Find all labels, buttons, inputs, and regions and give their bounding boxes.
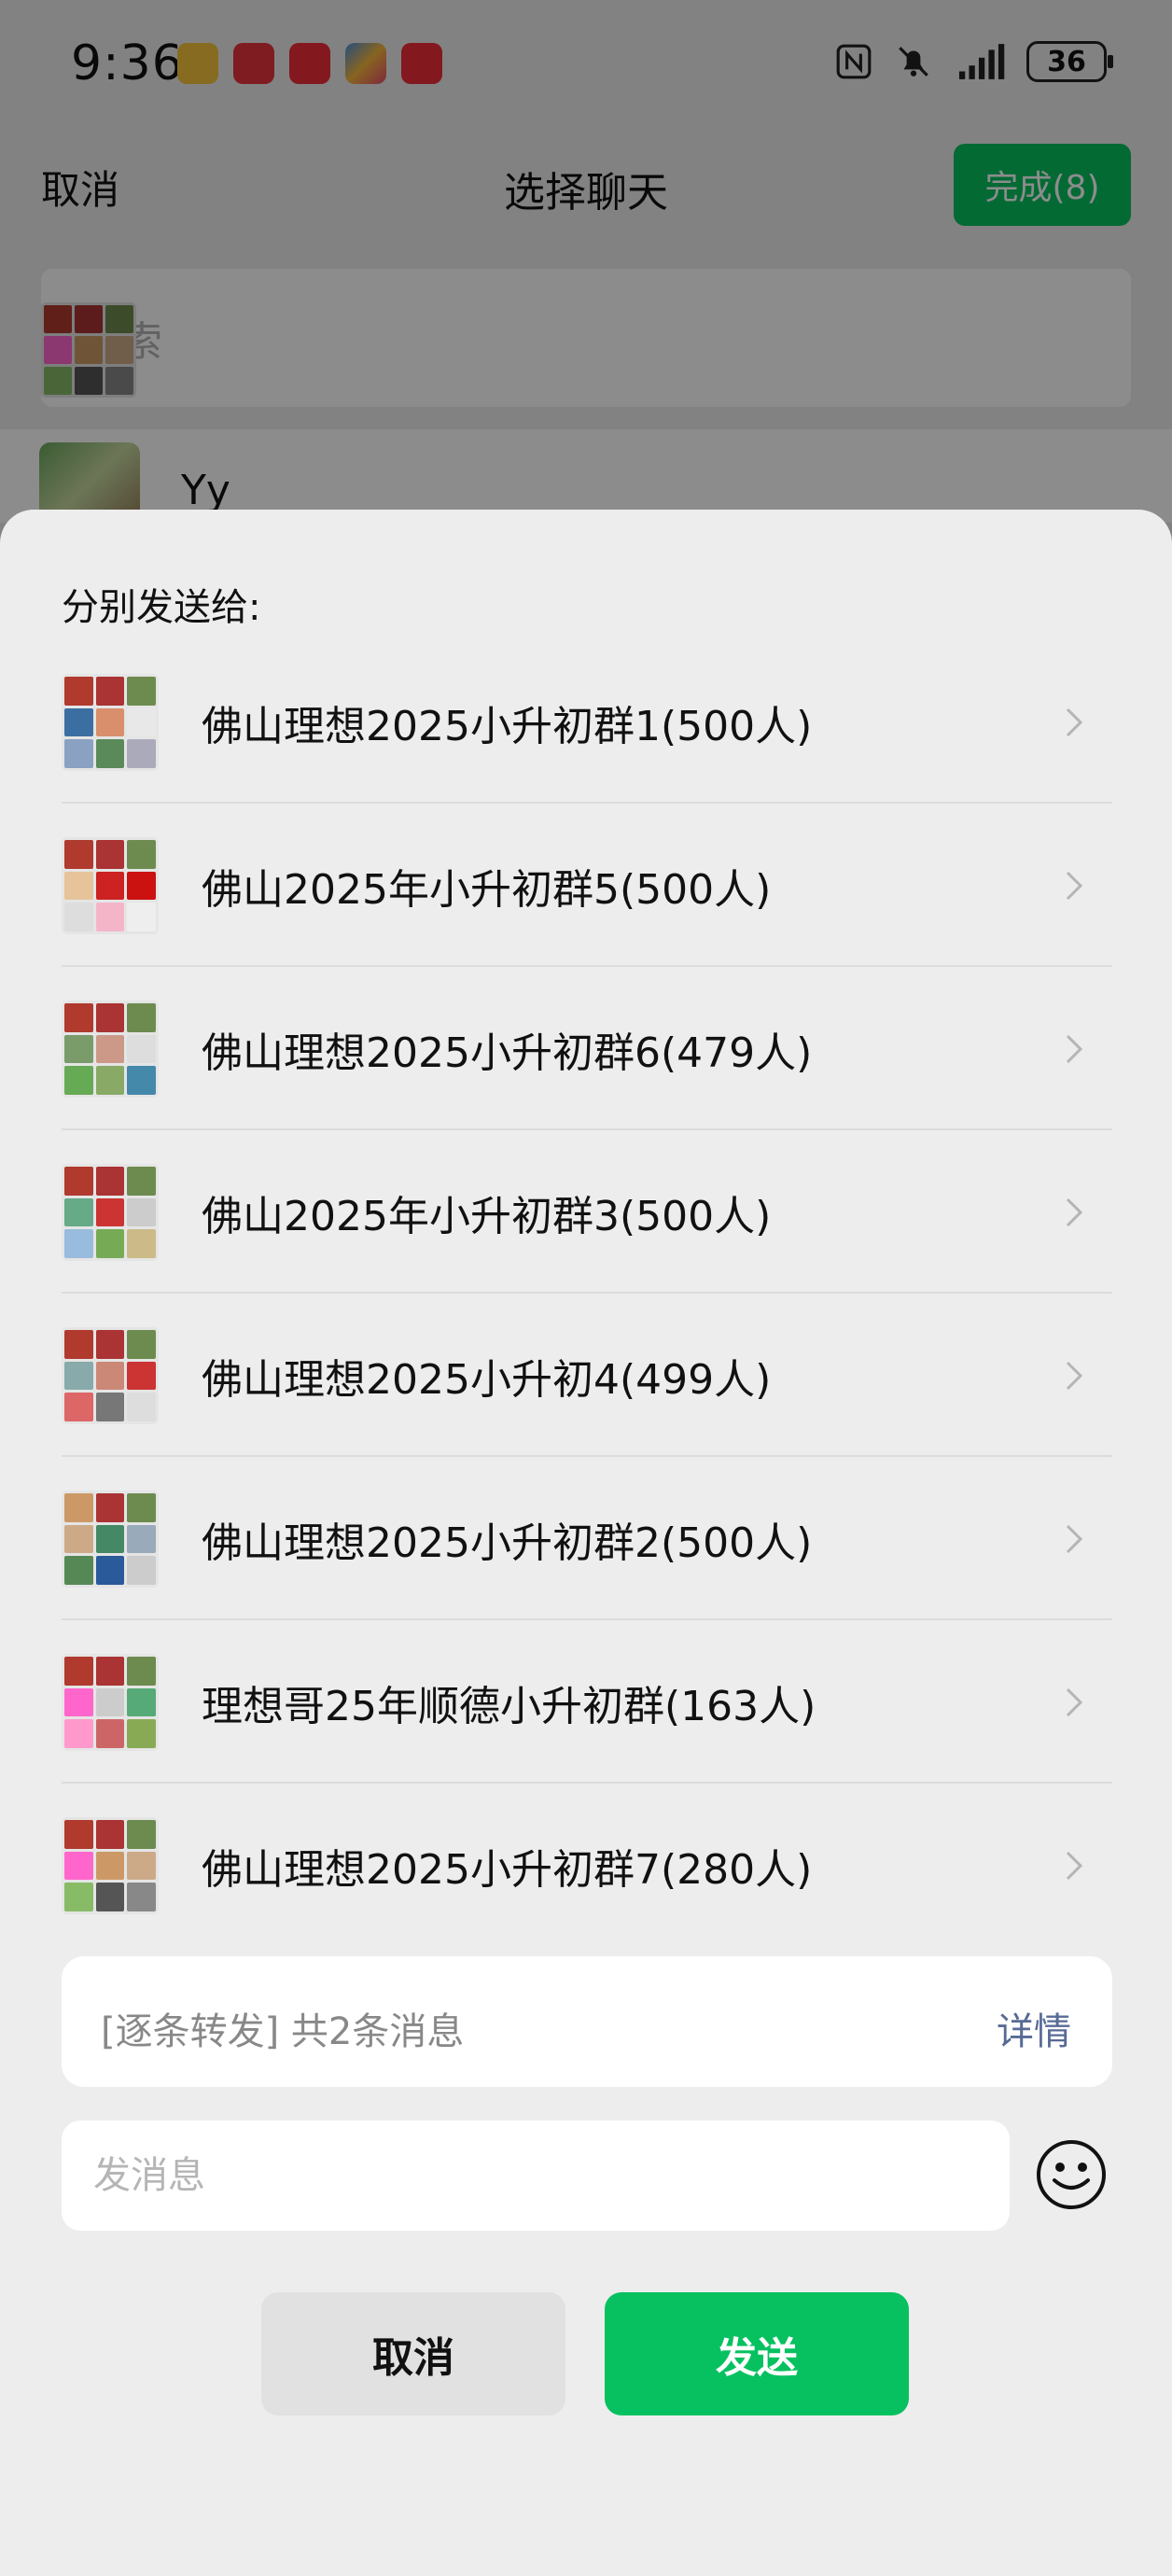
recipient-item[interactable]: 佛山理想2025小升初4(499人) [62, 1294, 1112, 1457]
emoji-icon[interactable] [1034, 2137, 1109, 2212]
recipient-item[interactable]: 佛山理想2025小升初群1(500人) [62, 640, 1112, 804]
recipient-name: 理想哥25年顺德小升初群(163人) [202, 1683, 816, 1730]
chevron-right-icon [1066, 1197, 1083, 1227]
group-avatar [62, 1491, 159, 1588]
group-avatar [62, 1164, 159, 1261]
group-avatar [62, 1817, 159, 1914]
recipient-name: 佛山理想2025小升初群1(500人) [202, 703, 813, 750]
chevron-right-icon [1066, 871, 1083, 901]
recipient-name: 佛山理想2025小升初群6(479人) [202, 1029, 813, 1077]
message-input-box [62, 2121, 1010, 2231]
forward-summary-card: [逐条转发] 共2条消息 详情 [62, 1956, 1112, 2087]
forward-summary-text: [逐条转发] 共2条消息 [101, 2010, 465, 2053]
recipient-name: 佛山理想2025小升初4(499人) [202, 1356, 772, 1404]
chevron-right-icon [1066, 1034, 1083, 1064]
chevron-right-icon [1066, 1361, 1083, 1391]
message-input[interactable] [62, 2121, 1010, 2231]
recipient-item[interactable]: 佛山2025年小升初群3(500人) [62, 1130, 1112, 1294]
chevron-right-icon [1066, 1524, 1083, 1554]
chevron-right-icon [1066, 707, 1083, 737]
recipient-item[interactable]: 佛山理想2025小升初群7(280人) [62, 1784, 1112, 1947]
group-avatar [62, 1654, 159, 1751]
group-avatar [62, 674, 159, 771]
recipient-item[interactable]: 佛山2025年小升初群5(500人) [62, 804, 1112, 967]
send-separately-sheet: 分别发送给: 佛山理想2025小升初群1(500人) 佛山2025年小升初群5(… [0, 510, 1172, 2576]
recipient-name: 佛山理想2025小升初群2(500人) [202, 1519, 813, 1567]
recipient-name: 佛山理想2025小升初群7(280人) [202, 1846, 813, 1894]
recipient-name: 佛山2025年小升初群5(500人) [202, 866, 772, 914]
recipient-name: 佛山2025年小升初群3(500人) [202, 1193, 772, 1240]
chevron-right-icon [1066, 1687, 1083, 1717]
recipient-item[interactable]: 理想哥25年顺德小升初群(163人) [62, 1620, 1112, 1784]
sheet-heading: 分别发送给: [62, 586, 261, 629]
recipient-item[interactable]: 佛山理想2025小升初群6(479人) [62, 967, 1112, 1130]
recipient-list: 佛山理想2025小升初群1(500人) 佛山2025年小升初群5(500人) 佛… [62, 640, 1112, 1947]
send-button[interactable]: 发送 [605, 2292, 909, 2415]
group-avatar [62, 837, 159, 934]
group-avatar [62, 1001, 159, 1098]
group-avatar [62, 1327, 159, 1424]
details-link[interactable]: 详情 [997, 2001, 1071, 2055]
recipient-item[interactable]: 佛山理想2025小升初群2(500人) [62, 1457, 1112, 1620]
cancel-button[interactable]: 取消 [261, 2292, 565, 2415]
chevron-right-icon [1066, 1851, 1083, 1881]
